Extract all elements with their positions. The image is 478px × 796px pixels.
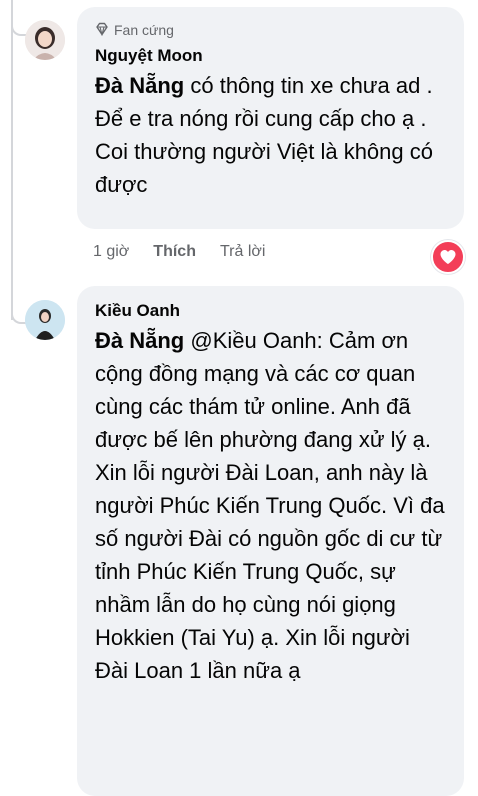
comment-thread: Fan cứng Nguyệt Moon Đà Nẵng có thông ti…: [0, 0, 478, 796]
comment-body: @Kiều Oanh: Cảm ơn cộng đồng mạng và các…: [95, 328, 445, 683]
mention-link[interactable]: Đà Nẵng: [95, 328, 184, 353]
reply-button[interactable]: Trả lời: [220, 243, 265, 261]
comment-actions: 1 giờ Thích Trả lời: [93, 243, 265, 261]
comment-author[interactable]: Kiều Oanh: [95, 300, 446, 322]
comment-bubble-2: Kiều Oanh Đà Nẵng @Kiều Oanh: Cảm ơn cộn…: [77, 286, 464, 796]
avatar-kieu-oanh[interactable]: [25, 300, 65, 340]
comment-bubble-1: Fan cứng Nguyệt Moon Đà Nẵng có thông ti…: [77, 7, 464, 229]
fan-badge: Fan cứng: [95, 21, 446, 39]
mention-link[interactable]: Đà Nẵng: [95, 73, 184, 98]
badge-label: Fan cứng: [114, 22, 174, 38]
thread-line-mid: [11, 30, 13, 320]
avatar-nguyet-moon[interactable]: [25, 20, 65, 60]
heart-icon[interactable]: [431, 240, 465, 274]
thread-branch-1: [11, 22, 27, 36]
comment-text: Đà Nẵng có thông tin xe chưa ad . Để e t…: [95, 69, 446, 201]
comment-time[interactable]: 1 giờ: [93, 243, 129, 261]
comment-text: Đà Nẵng @Kiều Oanh: Cảm ơn cộng đồng mạn…: [95, 324, 446, 687]
comment-author[interactable]: Nguyệt Moon: [95, 45, 446, 67]
like-button[interactable]: Thích: [153, 243, 196, 261]
diamond-icon: [95, 22, 109, 39]
